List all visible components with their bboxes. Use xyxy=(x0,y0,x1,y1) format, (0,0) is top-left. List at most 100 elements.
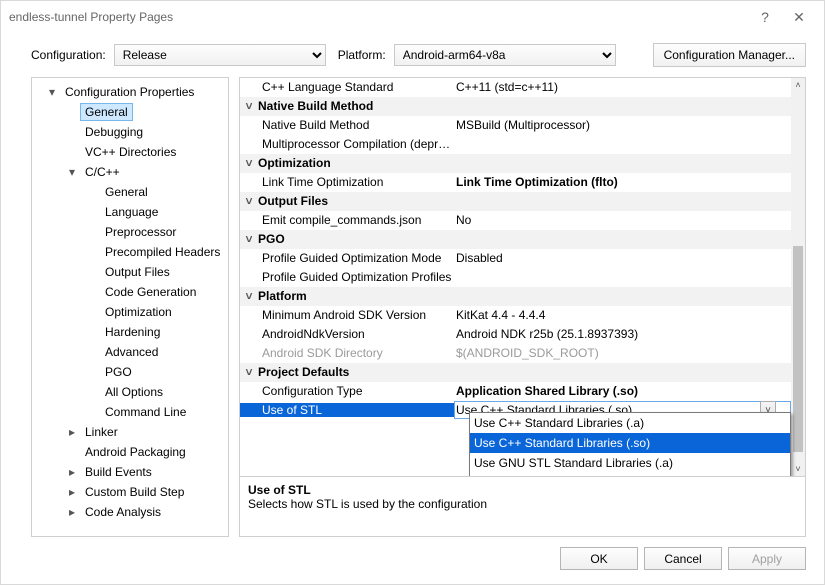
grid-row[interactable]: AndroidNdkVersionAndroid NDK r25b (25.1.… xyxy=(240,325,791,344)
cancel-button[interactable]: Cancel xyxy=(644,547,722,570)
stl-dropdown-list[interactable]: Use C++ Standard Libraries (.a)Use C++ S… xyxy=(469,412,791,476)
platform-select[interactable]: Android-arm64-v8a xyxy=(394,44,616,66)
property-value[interactable]: $(ANDROID_SDK_ROOT) xyxy=(454,346,791,360)
property-grid[interactable]: C++ Language StandardC++11 (std=c++11)˅N… xyxy=(240,78,805,476)
category-collapse-icon[interactable]: ˅ xyxy=(240,99,258,113)
tree-node-label: PGO xyxy=(100,363,137,381)
twisty-icon[interactable]: ▸ xyxy=(66,505,78,519)
configuration-select[interactable]: Release xyxy=(114,44,326,66)
category-label: Native Build Method xyxy=(258,99,472,113)
help-button[interactable]: ? xyxy=(748,4,782,30)
category-tree[interactable]: ▾Configuration PropertiesGeneralDebuggin… xyxy=(31,77,229,537)
tree-node[interactable]: General xyxy=(32,102,228,122)
grid-category[interactable]: ˅Native Build Method xyxy=(240,97,791,116)
window-title: endless-tunnel Property Pages xyxy=(9,10,173,24)
close-button[interactable]: ✕ xyxy=(782,4,816,30)
tree-node[interactable]: Debugging xyxy=(32,122,228,142)
tree-node[interactable]: ▸Linker xyxy=(32,422,228,442)
property-value[interactable]: No xyxy=(454,213,791,227)
tree-node-label: Code Generation xyxy=(100,283,201,301)
tree-node[interactable]: Language xyxy=(32,202,228,222)
grid-row[interactable]: Emit compile_commands.jsonNo xyxy=(240,211,791,230)
tree-node[interactable]: Precompiled Headers xyxy=(32,242,228,262)
category-collapse-icon[interactable]: ˅ xyxy=(240,156,258,170)
property-name: Profile Guided Optimization Profiles xyxy=(240,270,454,284)
tree-node-label: Language xyxy=(100,203,163,221)
tree-node[interactable]: Preprocessor xyxy=(32,222,228,242)
property-name: Native Build Method xyxy=(240,118,454,132)
category-collapse-icon[interactable]: ˅ xyxy=(240,289,258,303)
grid-category[interactable]: ˅Project Defaults xyxy=(240,363,791,382)
tree-node[interactable]: Output Files xyxy=(32,262,228,282)
dropdown-option[interactable]: Use C++ Standard Libraries (.so) xyxy=(470,433,790,453)
property-value[interactable]: C++11 (std=c++11) xyxy=(454,80,791,94)
grid-category[interactable]: ˅Platform xyxy=(240,287,791,306)
property-name: Configuration Type xyxy=(240,384,454,398)
property-value[interactable]: KitKat 4.4 - 4.4.4 xyxy=(454,308,791,322)
property-value[interactable]: MSBuild (Multiprocessor) xyxy=(454,118,791,132)
tree-node-label: Code Analysis xyxy=(80,503,166,521)
tree-node-label: Hardening xyxy=(100,323,165,341)
configuration-manager-button[interactable]: Configuration Manager... xyxy=(653,43,806,67)
category-collapse-icon[interactable]: ˅ xyxy=(240,194,258,208)
scroll-thumb[interactable] xyxy=(793,246,803,452)
tree-node[interactable]: Android Packaging xyxy=(32,442,228,462)
configuration-toolbar: Configuration: Release Platform: Android… xyxy=(1,33,824,77)
tree-node[interactable]: ▸Custom Build Step xyxy=(32,482,228,502)
tree-node[interactable]: Command Line xyxy=(32,402,228,422)
tree-node[interactable]: ▸Code Analysis xyxy=(32,502,228,522)
tree-node[interactable]: VC++ Directories xyxy=(32,142,228,162)
twisty-icon[interactable]: ▾ xyxy=(46,85,58,99)
tree-node[interactable]: Code Generation xyxy=(32,282,228,302)
twisty-icon[interactable]: ▸ xyxy=(66,485,78,499)
grid-row[interactable]: Minimum Android SDK VersionKitKat 4.4 - … xyxy=(240,306,791,325)
property-name: Link Time Optimization xyxy=(240,175,454,189)
grid-category[interactable]: ˅PGO xyxy=(240,230,791,249)
grid-row[interactable]: C++ Language StandardC++11 (std=c++11) xyxy=(240,78,791,97)
tree-node[interactable]: Optimization xyxy=(32,302,228,322)
tree-node-label: Custom Build Step xyxy=(80,483,189,501)
tree-node-label: All Options xyxy=(100,383,168,401)
grid-category[interactable]: ˅Output Files xyxy=(240,192,791,211)
category-collapse-icon[interactable]: ˅ xyxy=(240,365,258,379)
tree-node[interactable]: ▾C/C++ xyxy=(32,162,228,182)
grid-row[interactable]: Android SDK Directory$(ANDROID_SDK_ROOT) xyxy=(240,344,791,363)
grid-vertical-scrollbar[interactable]: ˄ ˅ xyxy=(791,78,805,476)
grid-row[interactable]: Profile Guided Optimization ModeDisabled xyxy=(240,249,791,268)
tree-node[interactable]: PGO xyxy=(32,362,228,382)
description-title: Use of STL xyxy=(248,483,797,497)
twisty-icon[interactable]: ▸ xyxy=(66,425,78,439)
twisty-icon[interactable]: ▸ xyxy=(66,465,78,479)
tree-node[interactable]: ▸Build Events xyxy=(32,462,228,482)
property-value[interactable]: Disabled xyxy=(454,251,791,265)
grid-row[interactable]: Configuration TypeApplication Shared Lib… xyxy=(240,382,791,401)
grid-row[interactable]: Multiprocessor Compilation (deprecate xyxy=(240,135,791,154)
apply-button[interactable]: Apply xyxy=(728,547,806,570)
property-value[interactable]: Link Time Optimization (flto) xyxy=(454,175,791,189)
grid-row[interactable]: Link Time OptimizationLink Time Optimiza… xyxy=(240,173,791,192)
grid-row[interactable]: Native Build MethodMSBuild (Multiprocess… xyxy=(240,116,791,135)
dropdown-option[interactable]: Use GNU STL Standard Libraries (.so) xyxy=(470,473,790,476)
tree-node[interactable]: ▾Configuration Properties xyxy=(32,82,228,102)
tree-node-label: Output Files xyxy=(100,263,175,281)
category-label: Project Defaults xyxy=(258,365,472,379)
tree-node[interactable]: All Options xyxy=(32,382,228,402)
scroll-up-icon[interactable]: ˄ xyxy=(791,78,805,92)
category-label: Platform xyxy=(258,289,472,303)
twisty-icon[interactable]: ▾ xyxy=(66,165,78,179)
scroll-down-icon[interactable]: ˅ xyxy=(791,462,805,476)
tree-node[interactable]: General xyxy=(32,182,228,202)
grid-category[interactable]: ˅Optimization xyxy=(240,154,791,173)
dropdown-option[interactable]: Use GNU STL Standard Libraries (.a) xyxy=(470,453,790,473)
ok-button[interactable]: OK xyxy=(560,547,638,570)
dropdown-option[interactable]: Use C++ Standard Libraries (.a) xyxy=(470,413,790,433)
tree-node[interactable]: Advanced xyxy=(32,342,228,362)
property-name: Multiprocessor Compilation (deprecate xyxy=(240,137,454,151)
grid-row[interactable]: Profile Guided Optimization Profiles xyxy=(240,268,791,287)
tree-node-label: Debugging xyxy=(80,123,148,141)
tree-node[interactable]: Hardening xyxy=(32,322,228,342)
category-collapse-icon[interactable]: ˅ xyxy=(240,232,258,246)
tree-node-label: Android Packaging xyxy=(80,443,191,461)
property-value[interactable]: Android NDK r25b (25.1.8937393) xyxy=(454,327,791,341)
property-value[interactable]: Application Shared Library (.so) xyxy=(454,384,791,398)
